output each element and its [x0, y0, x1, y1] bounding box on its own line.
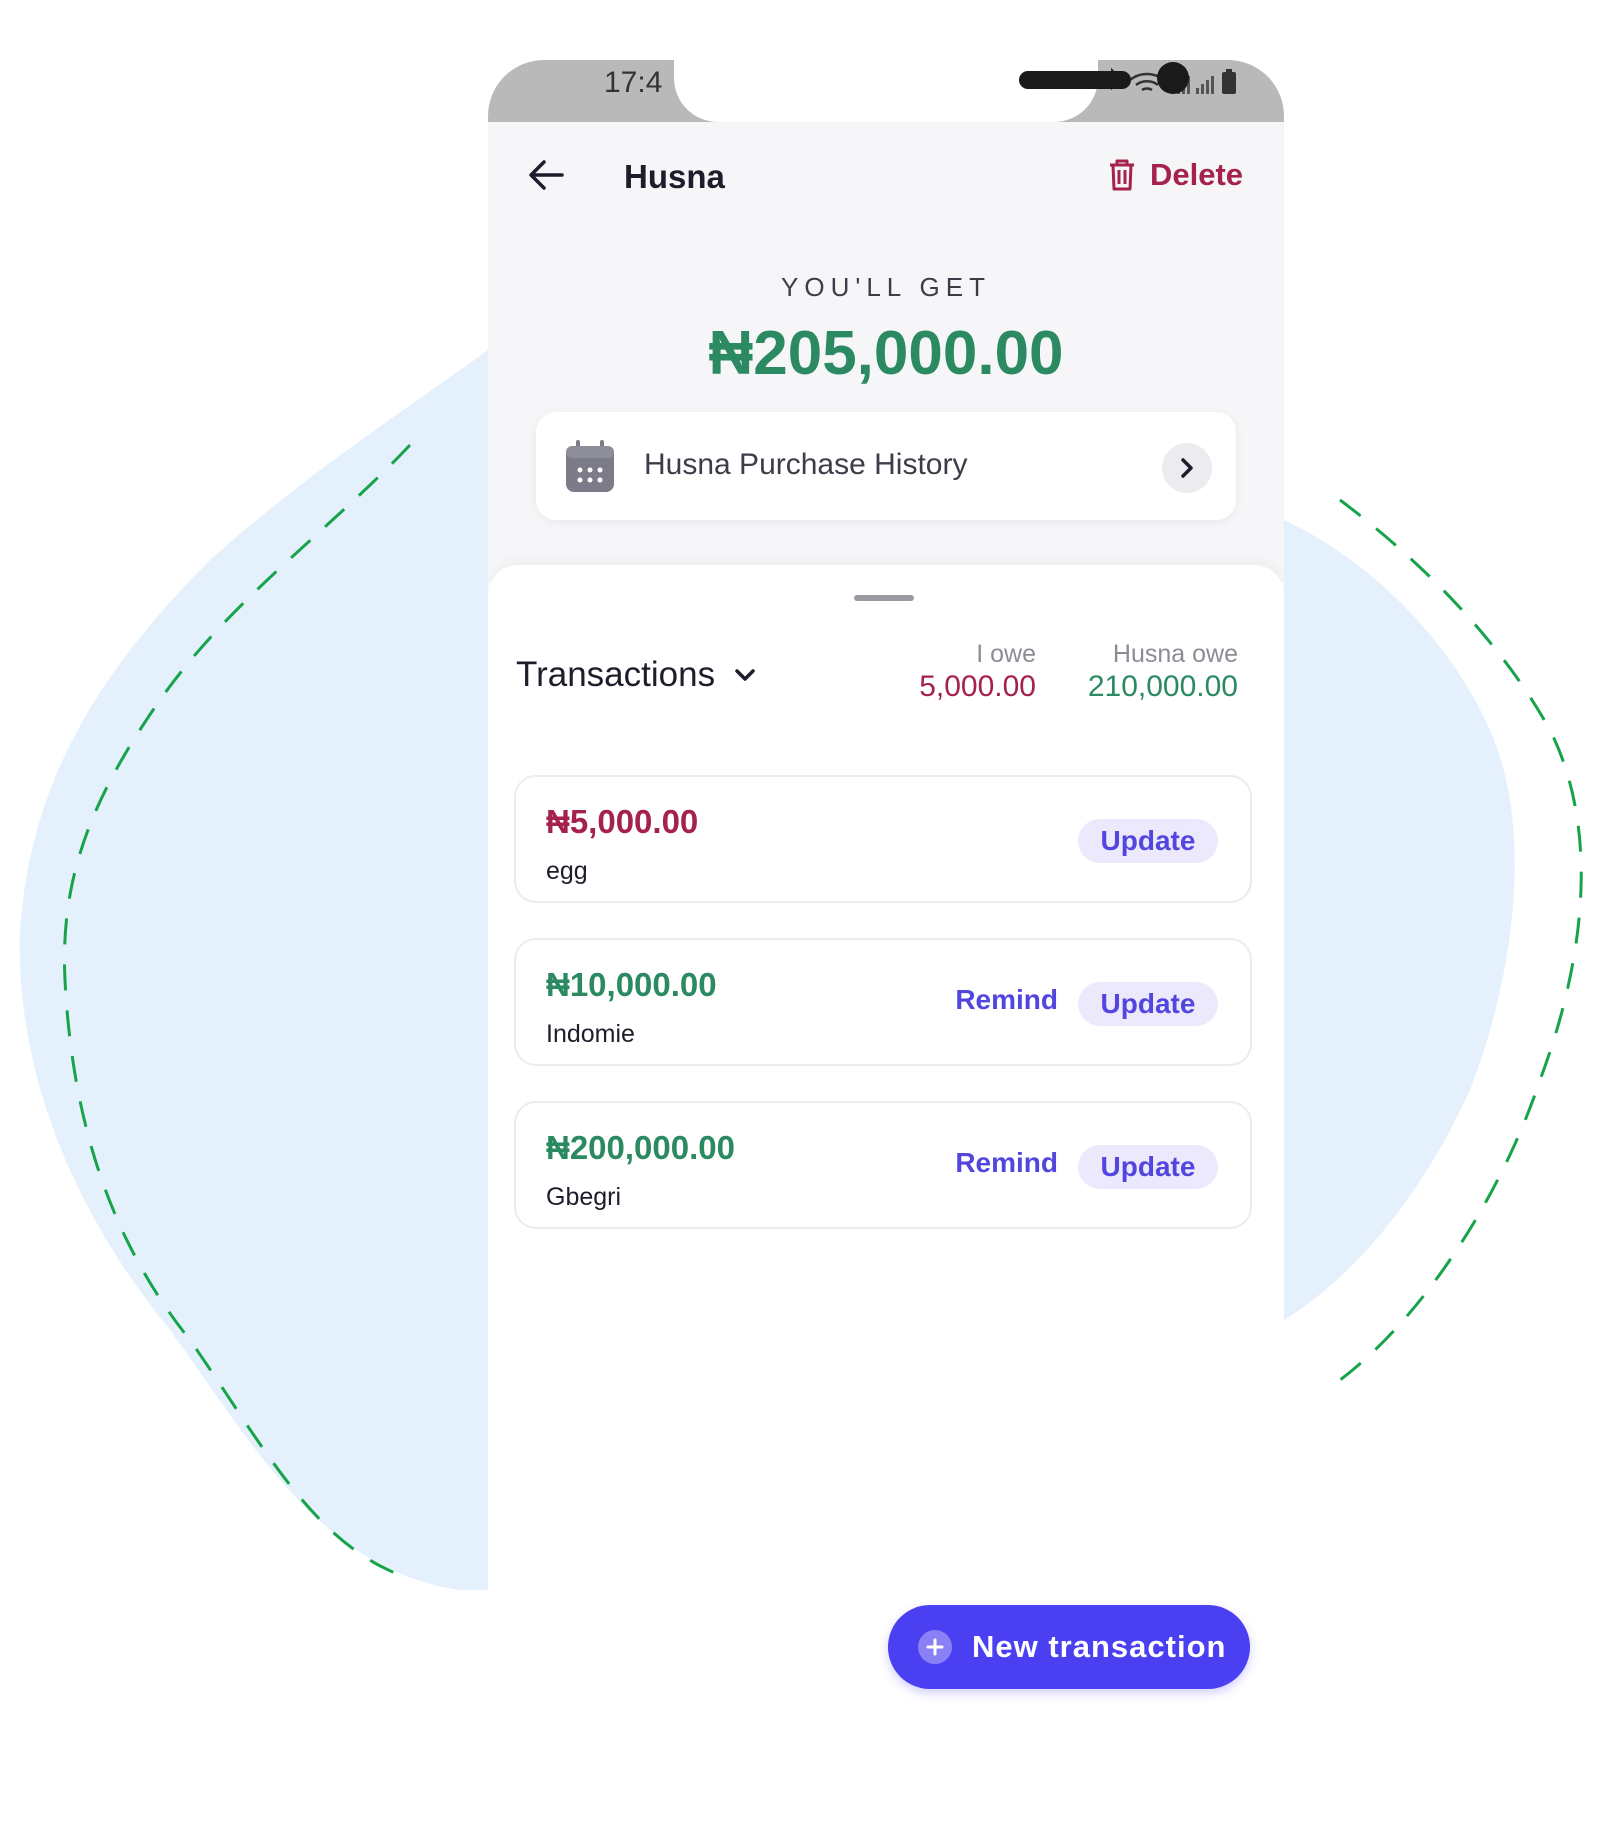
transaction-card[interactable]: ₦10,000.00 Indomie Remind Update [514, 938, 1252, 1066]
purchase-history-card[interactable]: Husna Purchase History [536, 412, 1236, 520]
transactions-title: Transactions [516, 655, 716, 694]
camera-notch [674, 60, 1189, 122]
update-button[interactable]: Update [1078, 819, 1218, 863]
contact-summary-area: Husna Delete YOU'LL GET ₦205,000.00 Husn… [488, 122, 1284, 582]
remind-button[interactable]: Remind [955, 984, 1058, 1016]
contact-owes-label: Husna owe [1112, 640, 1238, 668]
i-owe-label: I owe [976, 640, 1036, 668]
new-transaction-button[interactable]: New transaction [888, 1605, 1250, 1689]
chevron-down-icon [735, 669, 755, 681]
new-transaction-label: New transaction [972, 1629, 1227, 1664]
calendar-icon [566, 440, 614, 492]
update-button[interactable]: Update [1078, 982, 1218, 1026]
transaction-description: Indomie [546, 1020, 635, 1048]
update-button[interactable]: Update [1078, 1145, 1218, 1189]
purchase-history-label: Husna Purchase History [644, 448, 968, 481]
transactions-filter-dropdown[interactable]: Transactions [516, 655, 757, 695]
sheet-drag-handle[interactable] [854, 595, 914, 601]
transactions-sheet: Transactions I owe 5,000.00 Husna owe 21… [488, 565, 1284, 1720]
phone-screen: 17:4 Husna Delete YOU'LL GET ₦205,000.00 [488, 60, 1284, 1720]
battery-icon [1222, 69, 1236, 94]
transaction-amount: ₦10,000.00 [546, 966, 717, 1003]
delete-label: Delete [1150, 157, 1244, 192]
delete-button[interactable]: Delete [1108, 150, 1243, 200]
transaction-card[interactable]: ₦5,000.00 egg Update [514, 775, 1252, 903]
transaction-card[interactable]: ₦200,000.00 Gbegri Remind Update [514, 1101, 1252, 1229]
contact-name: Husna [624, 158, 725, 195]
i-owe-total: 5,000.00 [919, 670, 1036, 703]
transaction-amount: ₦5,000.00 [546, 803, 699, 840]
transaction-description: Gbegri [546, 1183, 622, 1211]
back-arrow-icon[interactable] [522, 150, 572, 200]
transaction-description: egg [546, 857, 588, 885]
left-blob [19, 350, 489, 1590]
balance-amount: ₦205,000.00 [708, 319, 1064, 388]
right-blob [1284, 520, 1515, 1320]
remind-button[interactable]: Remind [955, 1147, 1058, 1179]
status-time: 17:4 [604, 66, 663, 99]
transaction-amount: ₦200,000.00 [546, 1129, 735, 1166]
trash-icon [1110, 159, 1134, 191]
chevron-right-icon[interactable] [1162, 443, 1212, 493]
plus-circle-icon [918, 1630, 952, 1664]
balance-label: YOU'LL GET [781, 272, 991, 302]
speaker-grille [1019, 71, 1131, 89]
contact-owes-total: 210,000.00 [1087, 670, 1238, 703]
front-camera [1157, 62, 1189, 94]
